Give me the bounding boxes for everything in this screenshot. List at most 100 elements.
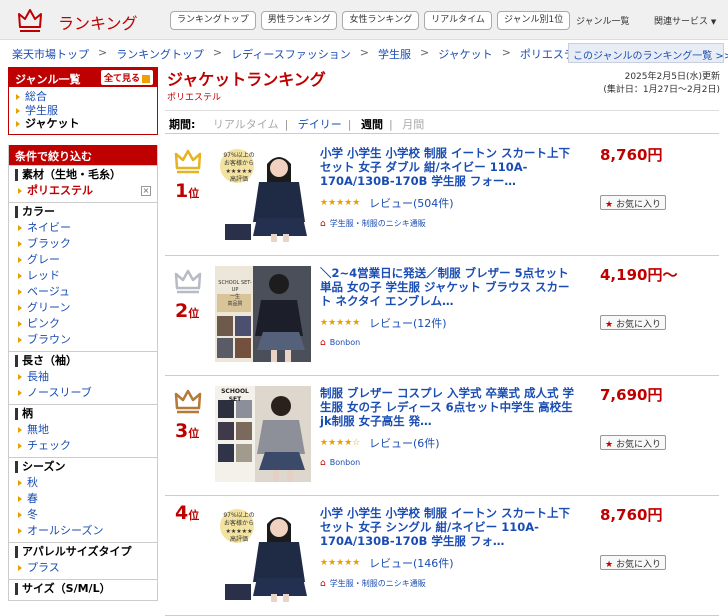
crumb-jacket[interactable]: ジャケット [438, 46, 492, 62]
ranking-item: 2位 SCHOOL SET-UP 一生 高品質 ＼2~4営業日に発送／制服 ブレザー… [165, 256, 719, 376]
filter-group-title: 柄 [15, 407, 153, 420]
filter-group-title: 長さ（袖） [15, 354, 153, 367]
filter-option[interactable]: 秋 [15, 475, 153, 491]
genre-item-school-uniform[interactable]: 学生服 [15, 104, 151, 118]
star-icon: ★ [605, 560, 614, 570]
rating-stars: ★★★★☆ [320, 438, 361, 448]
rank-crown-icon [174, 389, 202, 414]
product-title-link[interactable]: 小学 小学生 小学校 制服 イートン スカート上下セット 女子 ダブル 紺/ネイ… [320, 146, 580, 188]
crumb-ranking-top[interactable]: ランキングトップ [116, 46, 204, 62]
filter-option[interactable]: プラス [15, 560, 153, 576]
filter-group: アパレルサイズタイプ プラス [9, 541, 157, 579]
add-favorite-button[interactable]: ★ お気に入り [600, 555, 666, 570]
add-favorite-button[interactable]: ★ お気に入り [600, 435, 666, 450]
crown-logo-icon[interactable] [16, 6, 44, 34]
site-title[interactable]: ランキング [58, 10, 138, 34]
thumb-caption: ★★★★★ [225, 168, 253, 175]
filter-option[interactable]: レッド [15, 268, 153, 284]
filter-option[interactable]: 春 [15, 491, 153, 507]
product-title-link[interactable]: 制服 ブレザー コスプレ 入学式 卒業式 成人式 学生服 女の子 レディース 6… [320, 386, 580, 428]
review-link[interactable]: レビュー(146件) [369, 555, 454, 571]
triangle-down-icon: ▼ [710, 18, 717, 26]
related-services-link[interactable]: 関連サービス ▼ [654, 14, 716, 27]
filter-group: サイズ（S/M/L） [9, 578, 157, 600]
genre-box: ジャンル一覧 全て見る 総合 学生服 ジャケット [8, 67, 158, 135]
shop-house-icon: ⌂ [320, 338, 326, 348]
product-thumbnail[interactable]: 97%以上の お客様から ★★★★★ 高評価 [215, 146, 311, 242]
filter-option[interactable]: ベージュ [15, 284, 153, 300]
thumb-caption: SCHOOL SET-UP [218, 280, 252, 293]
filter-group: カラーネイビー ブラック グレー レッド ベージュ グリーン ピンク ブラウン [9, 201, 157, 351]
filter-option[interactable]: ピンク [15, 316, 153, 332]
page-subtitle: ポリエステル [167, 93, 222, 103]
product-title-link[interactable]: 小学 小学生 小学校 制服 イートン スカート上下セット 女子 シングル 紺/ネ… [320, 506, 580, 548]
rank-number: 1位 [175, 180, 200, 202]
filter-option[interactable]: ブラウン [15, 332, 153, 348]
ranking-item: 1位 97%以上の お客様から ★★★★★ 高評価 小学 小学生 小学校 制服 イート… [165, 136, 719, 256]
header-nav: ランキングトップ 男性ランキング 女性ランキング リアルタイム ジャンル別1位 [170, 11, 571, 30]
shop-link[interactable]: ⌂ Bonbon [320, 458, 360, 468]
ranking-item: 4位 97%以上の お客様から ★★★★★ 高評価 小学 小学生 小学校 制服 イート… [165, 496, 719, 616]
rating-stars: ★★★★★ [320, 318, 361, 328]
remove-filter-icon[interactable]: × [141, 185, 151, 196]
thumb-caption: お客様から [223, 160, 254, 167]
genre-list-link[interactable]: ジャンル一覧 [576, 14, 630, 27]
nav-men-ranking[interactable]: 男性ランキング [260, 11, 338, 30]
filter-option[interactable]: グレー [15, 252, 153, 268]
add-favorite-button[interactable]: ★ お気に入り [600, 195, 666, 210]
rating-stars: ★★★★★ [320, 558, 361, 568]
review-link[interactable]: レビュー(6件) [369, 435, 440, 451]
nav-realtime[interactable]: リアルタイム [424, 11, 492, 30]
nav-women-ranking[interactable]: 女性ランキング [342, 11, 420, 30]
filter-head: 条件で絞り込む [9, 144, 157, 165]
filter-option[interactable]: ネイビー [15, 220, 153, 236]
filter-option[interactable]: ポリエステル × [15, 182, 153, 199]
shop-house-icon: ⌂ [320, 579, 326, 589]
shop-house-icon: ⌂ [320, 219, 326, 229]
sidebar: ジャンル一覧 全て見る 総合 学生服 ジャケット 条件で絞り込む 素材（生地・毛… [8, 67, 158, 601]
filter-option[interactable]: 長袖 [15, 369, 153, 385]
breadcrumb: 楽天市場トップ > ランキングトップ > レディースファッション > 学生服 > ジャケ… [12, 46, 586, 62]
filter-option[interactable]: チェック [15, 438, 153, 454]
product-price: 8,760円 [600, 146, 663, 164]
shop-link[interactable]: ⌂ Bonbon [320, 338, 360, 348]
product-title-link[interactable]: ＼2~4営業日に発送／制服 ブレザー 5点セット 単品 女の子 学生服 ジャケッ… [320, 266, 580, 308]
shop-link[interactable]: ⌂ 学生服・制服のニシキ通販 [320, 218, 426, 229]
filter-option[interactable]: オールシーズン [15, 523, 153, 539]
product-price: 8,760円 [600, 506, 663, 524]
filter-groups: 素材（生地・毛糸） ポリエステル × カラー ネイビー ブラック グレー レッド ベージュ グリー… [9, 164, 157, 600]
nav-ranking-top[interactable]: ランキングトップ [170, 11, 256, 30]
see-all-button[interactable]: 全て見る [100, 70, 153, 85]
thumb-caption: 高品質 [227, 301, 243, 307]
period-label: 期間: [169, 118, 196, 131]
nav-genre-first[interactable]: ジャンル別1位 [496, 11, 571, 30]
filter-group: 素材（生地・毛糸） ポリエステル × [9, 164, 157, 202]
crumb-rakuten-top[interactable]: 楽天市場トップ [12, 46, 89, 62]
crumb-school-uniform[interactable]: 学生服 [378, 46, 411, 62]
filter-option[interactable]: グリーン [15, 300, 153, 316]
star-icon: ★ [605, 440, 614, 450]
genre-item-overall[interactable]: 総合 [15, 90, 151, 104]
filter-option[interactable]: 冬 [15, 507, 153, 523]
product-thumbnail[interactable]: 97%以上の お客様から ★★★★★ 高評価 [215, 506, 311, 602]
filter-group-title: サイズ（S/M/L） [15, 582, 153, 595]
thumb-caption: 高評価 [229, 176, 248, 183]
review-link[interactable]: レビュー(504件) [369, 195, 454, 211]
add-favorite-button[interactable]: ★ お気に入り [600, 315, 666, 330]
filter-option[interactable]: ノースリーブ [15, 385, 153, 401]
filter-option[interactable]: ブラック [15, 236, 153, 252]
other-ranking-link[interactable]: このジャンルのランキング一覧 >> [568, 43, 728, 63]
period-range: (集計日：1月27日～2月2日) [603, 85, 720, 95]
thumb-caption: ★★★★★ [225, 528, 253, 535]
updated-date: 2025年2月5日(水)更新 [624, 72, 720, 82]
shop-link[interactable]: ⌂ 学生服・制服のニシキ通販 [320, 578, 426, 589]
product-thumbnail[interactable]: SCHOOL SET [215, 386, 311, 482]
star-icon: ★ [605, 200, 614, 210]
product-thumbnail[interactable]: SCHOOL SET-UP 一生 高品質 [215, 266, 311, 362]
filter-group-title: カラー [15, 205, 153, 218]
filter-option[interactable]: 無地 [15, 422, 153, 438]
crumb-ladies-fashion[interactable]: レディースファッション [231, 46, 351, 62]
review-link[interactable]: レビュー(12件) [369, 315, 447, 331]
period-daily[interactable]: デイリー [298, 118, 342, 131]
rank-number: 2位 [175, 300, 200, 322]
